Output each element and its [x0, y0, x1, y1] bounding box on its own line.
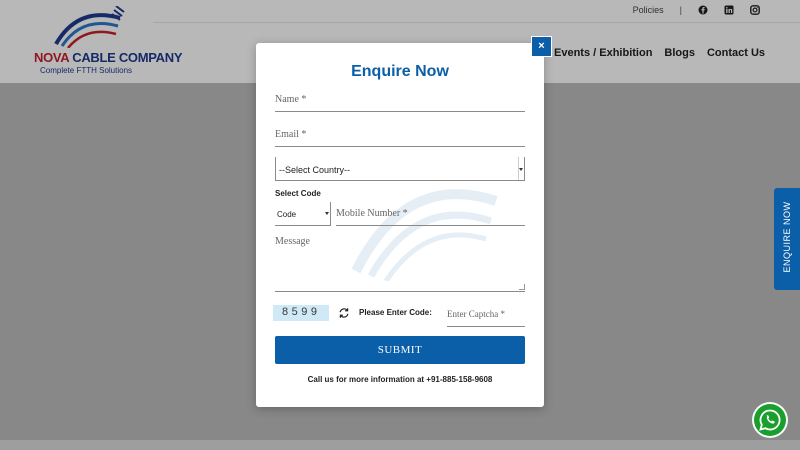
country-select-value: --Select Country-- — [279, 165, 351, 175]
captcha-label: Please Enter Code: — [359, 308, 432, 317]
chevron-down-icon — [518, 157, 524, 180]
select-code-label: Select Code — [275, 189, 321, 198]
captcha-input[interactable]: Enter Captcha * — [447, 301, 525, 327]
submit-button[interactable]: SUBMIT — [275, 336, 525, 364]
email-field[interactable]: Email * — [275, 123, 525, 147]
contact-phone-text: Call us for more information at +91-885-… — [307, 375, 493, 384]
whatsapp-icon — [759, 409, 781, 431]
code-select-value: Code — [277, 210, 297, 219]
captcha-placeholder: Enter Captcha * — [447, 309, 505, 319]
side-tab-label: ENQUIRE NOW — [782, 201, 792, 273]
name-placeholder: Name * — [275, 94, 307, 105]
enquire-now-side-tab[interactable]: ENQUIRE NOW — [774, 188, 800, 290]
mobile-number-field[interactable]: Mobile Number * — [336, 202, 525, 226]
whatsapp-button[interactable] — [752, 402, 788, 438]
refresh-captcha-icon[interactable] — [338, 307, 350, 319]
captcha-image: 8599 — [273, 305, 329, 321]
email-placeholder: Email * — [275, 129, 307, 140]
enquiry-modal: Enquire Now Name * Email * --Select Coun… — [256, 43, 544, 407]
name-field[interactable]: Name * — [275, 88, 525, 112]
mobile-placeholder: Mobile Number * — [336, 208, 408, 219]
country-code-select[interactable]: Code — [275, 202, 331, 226]
message-field[interactable]: Message — [275, 232, 525, 292]
chevron-down-icon — [325, 202, 330, 225]
modal-title: Enquire Now — [351, 63, 449, 80]
message-placeholder: Message — [275, 236, 310, 247]
resize-handle-icon[interactable] — [519, 284, 525, 290]
close-modal-button[interactable]: × — [531, 36, 552, 57]
country-select[interactable]: --Select Country-- — [275, 157, 525, 181]
